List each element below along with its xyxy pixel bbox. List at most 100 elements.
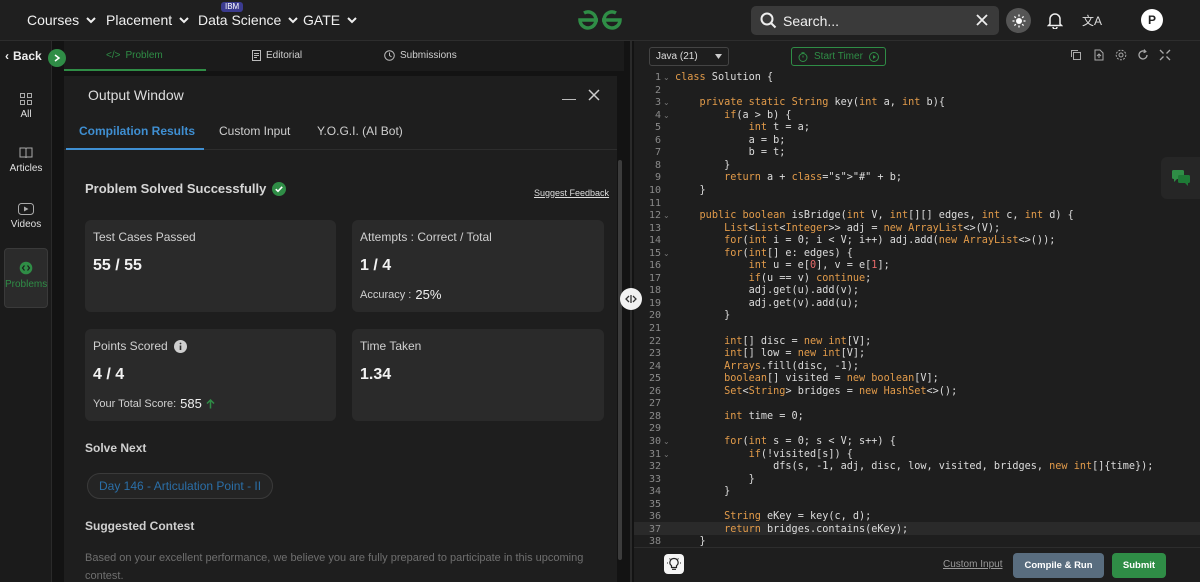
- line-number: 7: [654, 147, 661, 159]
- code-line[interactable]: if(!visited[s]) {: [675, 449, 853, 462]
- tab-editorial[interactable]: Editorial: [252, 50, 302, 61]
- code-line[interactable]: int[] disc = new int[V];: [675, 336, 871, 349]
- code-line[interactable]: for(int s = 0; s < V; s++) {: [675, 436, 896, 449]
- reset-icon[interactable]: [1137, 49, 1149, 61]
- chevron-left-icon: ‹: [5, 49, 9, 63]
- close-icon[interactable]: [588, 89, 600, 101]
- nav-data-science[interactable]: Data Science: [198, 12, 299, 28]
- points-value: 4 / 4: [93, 366, 125, 383]
- output-tabs: Compilation Results Custom Input Y.O.G.I…: [64, 118, 617, 150]
- code-line[interactable]: class Solution {: [675, 72, 773, 85]
- line-number: 4: [654, 109, 661, 121]
- code-line[interactable]: public boolean isBridge(int V, int[][] e…: [675, 210, 1074, 223]
- code-line[interactable]: }: [675, 185, 706, 198]
- code-line[interactable]: }: [675, 474, 755, 487]
- code-line[interactable]: a = b;: [675, 135, 786, 148]
- suggest-feedback-link[interactable]: Suggest Feedback: [534, 188, 609, 198]
- code-line[interactable]: Arrays.fill(disc, -1);: [675, 361, 859, 374]
- code-line[interactable]: private static String key(int a, int b){: [675, 97, 945, 110]
- start-timer-button[interactable]: Start Timer: [791, 47, 886, 66]
- sidebar-item-problems[interactable]: Problems: [4, 248, 48, 308]
- tab-custom-input[interactable]: Custom Input: [219, 124, 290, 138]
- code-line[interactable]: if(u == v) continue;: [675, 273, 872, 286]
- language-select[interactable]: Java (21): [649, 47, 729, 66]
- code-line[interactable]: }: [675, 310, 730, 323]
- code-line[interactable]: int time = 0;: [675, 411, 804, 424]
- chat-button[interactable]: [1161, 157, 1200, 199]
- line-number: 26: [648, 385, 661, 397]
- code-line[interactable]: int u = e[0], v = e[1];: [675, 260, 890, 273]
- code-line[interactable]: int[] low = new int[V];: [675, 348, 865, 361]
- book-icon: [4, 147, 48, 159]
- gfg-logo[interactable]: [576, 8, 624, 37]
- fold-chevron-icon[interactable]: ⌄: [663, 210, 671, 223]
- close-icon[interactable]: [976, 14, 988, 26]
- expand-button[interactable]: [48, 49, 66, 67]
- code-line[interactable]: return bridges.contains(eKey);: [675, 524, 908, 537]
- fold-chevron-icon[interactable]: ⌄: [663, 97, 671, 110]
- bell-icon[interactable]: [1047, 11, 1063, 29]
- upload-file-icon[interactable]: [1093, 49, 1105, 61]
- nav-gate[interactable]: GATE: [303, 12, 358, 28]
- code-line[interactable]: boolean[] visited = new boolean[V];: [675, 373, 939, 386]
- code-line[interactable]: }: [675, 486, 730, 499]
- code-line[interactable]: for(int i = 0; i < V; i++) adj.add(new A…: [675, 235, 1055, 248]
- code-line[interactable]: adj.get(u).add(v);: [675, 285, 859, 298]
- fold-chevron-icon[interactable]: ⌄: [663, 436, 671, 449]
- solve-next-link[interactable]: Day 146 - Articulation Point - II: [87, 473, 274, 499]
- resize-handle[interactable]: [620, 288, 642, 310]
- code-editor[interactable]: 1 ⌄ class Solution {2 3 ⌄ private static Str…: [634, 71, 1200, 547]
- nav-placement[interactable]: Placement: [106, 12, 190, 28]
- chevron-down-icon: [288, 17, 298, 24]
- code-line[interactable]: List<List<Integer>> adj = new ArrayList<…: [675, 223, 1000, 236]
- fold-chevron-icon[interactable]: ⌄: [663, 72, 671, 85]
- custom-input-link[interactable]: Custom Input: [943, 559, 1002, 570]
- fullscreen-icon[interactable]: [1159, 49, 1171, 61]
- problem-tabs: </> Problem Editorial Submissions: [64, 41, 624, 71]
- translate-icon[interactable]: 文A: [1082, 12, 1102, 29]
- code-line[interactable]: return a + class="s">"#" + b;: [675, 172, 902, 185]
- fold-chevron-icon[interactable]: ⌄: [663, 110, 671, 123]
- hint-button[interactable]: [664, 554, 684, 574]
- code-line[interactable]: String eKey = key(c, d);: [675, 511, 871, 524]
- tab-problem[interactable]: </> Problem: [106, 50, 163, 61]
- pane-divider[interactable]: [630, 41, 632, 582]
- avatar[interactable]: P: [1141, 9, 1163, 31]
- chevron-down-icon: [347, 17, 357, 24]
- theme-toggle-button[interactable]: [1006, 8, 1031, 33]
- play-icon: [4, 203, 48, 215]
- code-line[interactable]: }: [675, 536, 706, 547]
- code-line[interactable]: b = t;: [675, 147, 786, 160]
- tab-yogi-ai-bot[interactable]: Y.O.G.I. (AI Bot): [317, 124, 403, 138]
- code-line[interactable]: adj.get(v).add(u);: [675, 298, 859, 311]
- code-line[interactable]: dfs(s, -1, adj, disc, low, visited, brid…: [675, 461, 1153, 474]
- code-line[interactable]: Set<String> bridges = new HashSet<>();: [675, 386, 957, 399]
- fold-chevron-icon[interactable]: ⌄: [663, 248, 671, 261]
- fold-chevron-icon[interactable]: ⌄: [663, 449, 671, 462]
- copy-icon[interactable]: [1070, 49, 1082, 61]
- search-input[interactable]: Search...: [783, 13, 839, 29]
- lightbulb-icon: [667, 557, 681, 570]
- code-line[interactable]: for(int[] e: edges) {: [675, 248, 853, 261]
- minimize-button[interactable]: [562, 86, 576, 100]
- search-box[interactable]: Search...: [751, 6, 999, 35]
- compile-run-button[interactable]: Compile & Run: [1013, 553, 1104, 578]
- back-button[interactable]: ‹ Back: [5, 49, 42, 63]
- nav-courses[interactable]: Courses: [27, 12, 97, 28]
- sidebar-item-all[interactable]: All: [4, 93, 48, 120]
- line-number: 33: [648, 473, 661, 485]
- tab-submissions[interactable]: Submissions: [384, 50, 457, 61]
- sidebar-item-articles[interactable]: Articles: [4, 147, 48, 174]
- line-number: 36: [648, 511, 661, 523]
- output-scrollbar[interactable]: [618, 160, 622, 560]
- submit-button[interactable]: Submit: [1112, 553, 1166, 578]
- sidebar-item-videos[interactable]: Videos: [4, 203, 48, 230]
- settings-icon[interactable]: [1115, 49, 1127, 61]
- code-line[interactable]: }: [675, 160, 730, 173]
- app-root: { "nav": { "items": [ {"label": "Courses…: [0, 0, 1200, 582]
- info-icon[interactable]: [173, 339, 187, 353]
- line-number: 28: [648, 410, 661, 422]
- code-line[interactable]: int t = a;: [675, 122, 810, 135]
- tab-compilation-results[interactable]: Compilation Results: [79, 124, 195, 138]
- code-line[interactable]: if(a > b) {: [675, 110, 791, 123]
